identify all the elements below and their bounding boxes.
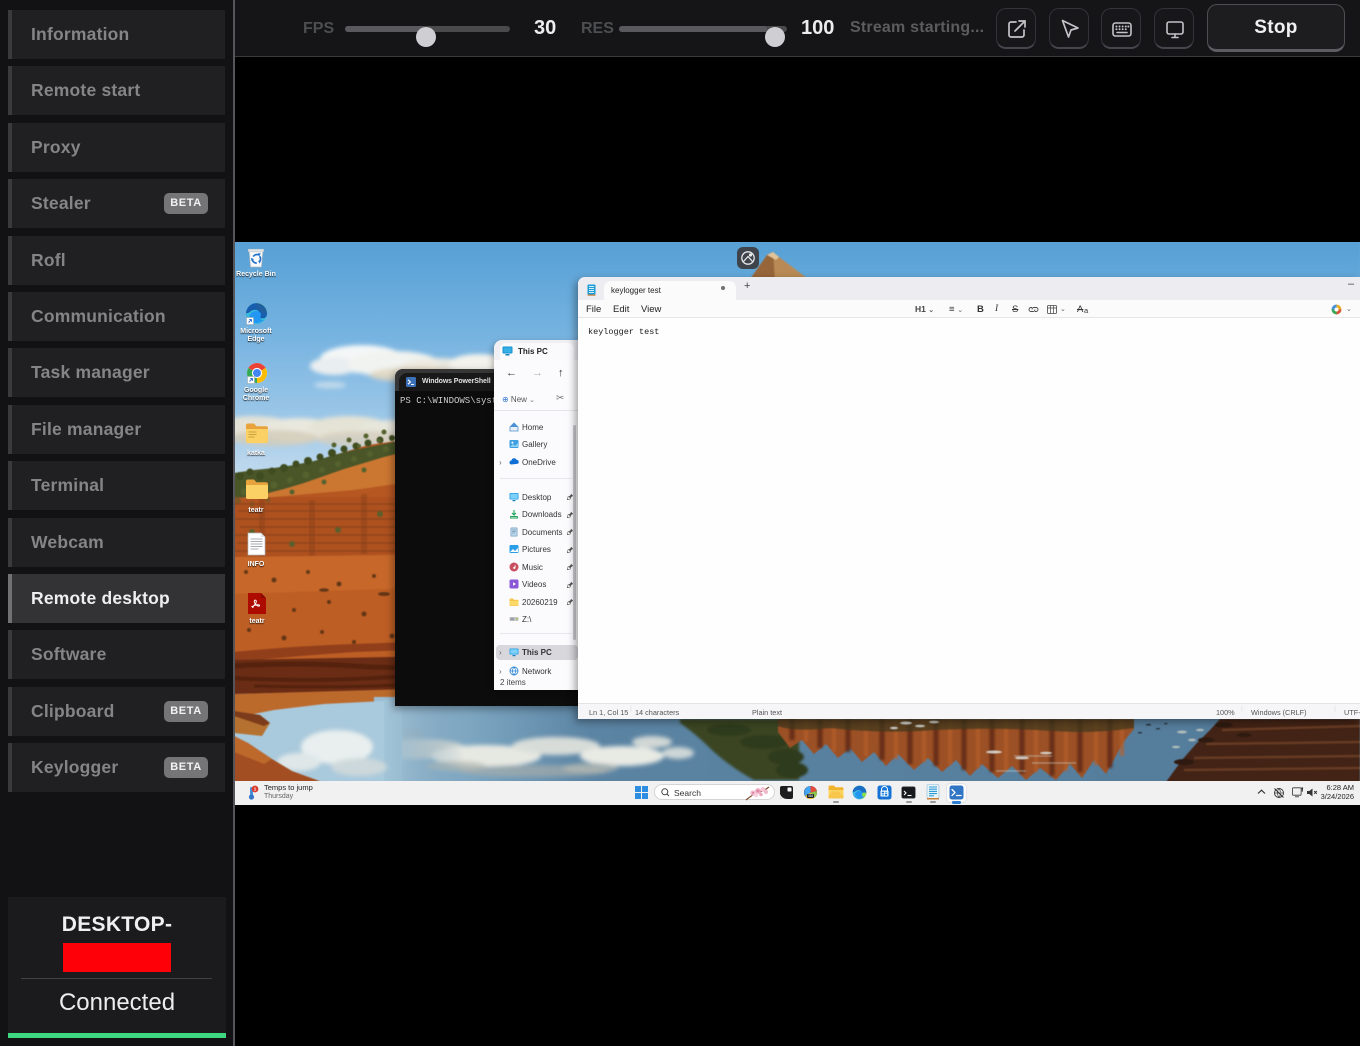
svg-text:365: 365 (808, 794, 814, 798)
